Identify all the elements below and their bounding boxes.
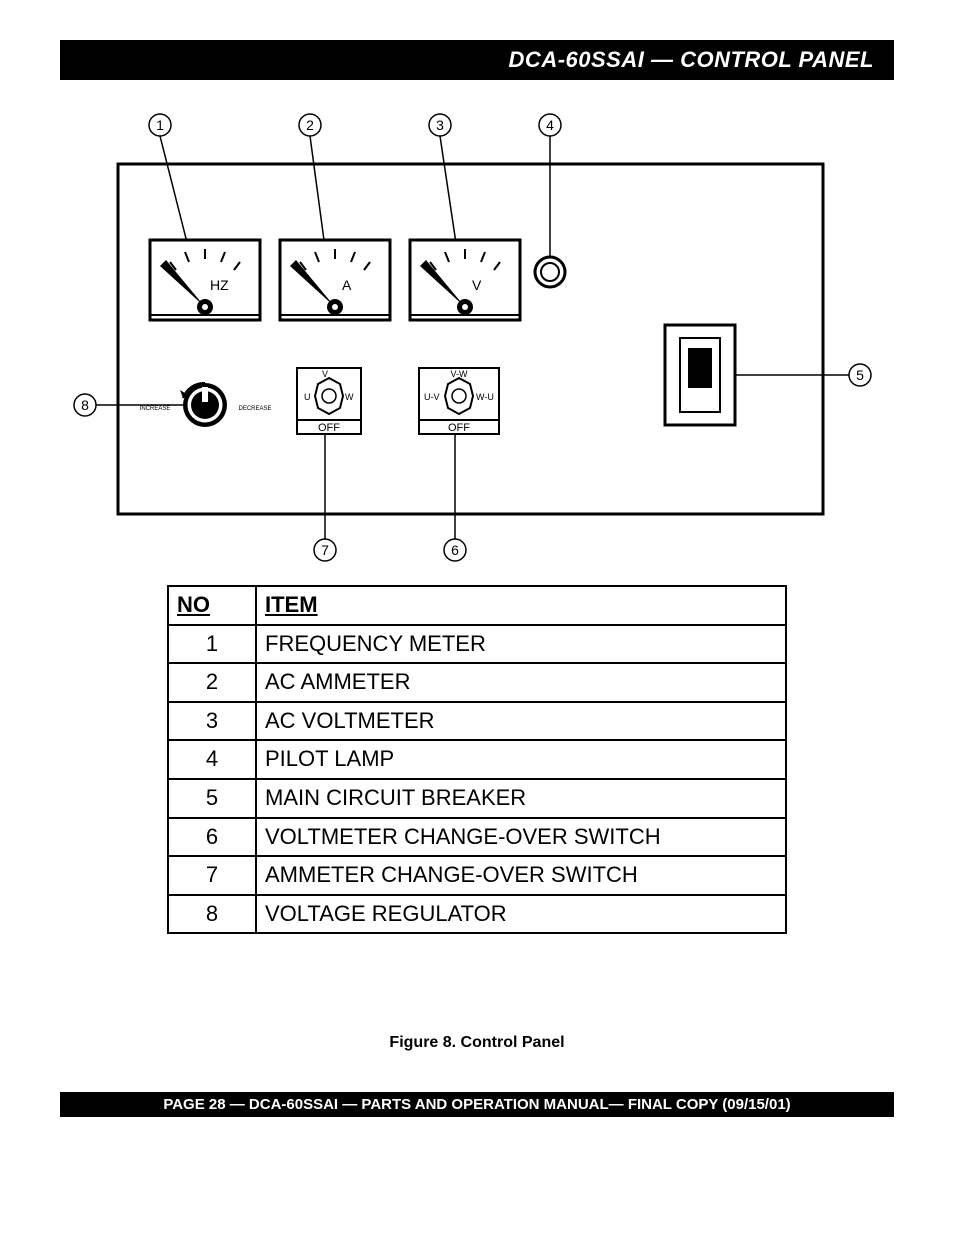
table-row: 5MAIN CIRCUIT BREAKER: [168, 779, 786, 818]
svg-text:DECREASE: DECREASE: [238, 406, 271, 412]
col-no: NO: [168, 586, 256, 625]
svg-text:1: 1: [156, 117, 164, 133]
svg-text:U: U: [304, 392, 311, 402]
table-row: 1FREQUENCY METER: [168, 625, 786, 664]
svg-text:7: 7: [321, 542, 329, 558]
header-bar: DCA-60SSAI — CONTROL PANEL: [60, 40, 894, 80]
callout-5: 5: [720, 364, 871, 386]
voltmeter-switch: V-W U-V W-U OFF: [419, 368, 499, 434]
svg-text:V: V: [322, 369, 328, 379]
svg-text:INCREASE: INCREASE: [140, 406, 171, 412]
svg-text:5: 5: [856, 367, 864, 383]
callout-8: 8: [74, 394, 188, 416]
ac-voltmeter: V: [410, 240, 520, 320]
svg-text:2: 2: [306, 117, 314, 133]
svg-text:OFF: OFF: [318, 422, 340, 434]
footer-text: PAGE 28 — DCA-60SSAI — PARTS AND OPERATI…: [163, 1096, 790, 1113]
table-row: 2AC AMMETER: [168, 663, 786, 702]
callout-7: 7: [314, 435, 336, 561]
table-row: 6VOLTMETER CHANGE-OVER SWITCH: [168, 818, 786, 857]
svg-text:3: 3: [436, 117, 444, 133]
table-row: 7AMMETER CHANGE-OVER SWITCH: [168, 856, 786, 895]
table-row: 8VOLTAGE REGULATOR: [168, 895, 786, 934]
svg-text:6: 6: [451, 542, 459, 558]
table-row: 4PILOT LAMP: [168, 740, 786, 779]
main-circuit-breaker: [665, 325, 735, 425]
svg-text:V-W: V-W: [451, 369, 469, 379]
pilot-lamp: [535, 257, 565, 287]
table-row: 3AC VOLTMETER: [168, 702, 786, 741]
svg-text:U-V: U-V: [424, 392, 440, 402]
svg-text:4: 4: [546, 117, 554, 133]
callout-6: 6: [444, 435, 466, 561]
svg-text:V: V: [472, 277, 482, 293]
parts-table-wrap: NO ITEM 1FREQUENCY METER 2AC AMMETER 3AC…: [167, 585, 787, 934]
ac-ammeter: A: [280, 240, 390, 320]
svg-text:W: W: [345, 392, 354, 402]
ammeter-switch: V U W OFF: [297, 368, 361, 434]
header-title: DCA-60SSAI — CONTROL PANEL: [509, 47, 874, 73]
figure-caption: Figure 8. Control Panel: [0, 1034, 954, 1052]
svg-text:W-U: W-U: [476, 392, 494, 402]
parts-table: NO ITEM 1FREQUENCY METER 2AC AMMETER 3AC…: [167, 585, 787, 934]
footer-bar: PAGE 28 — DCA-60SSAI — PARTS AND OPERATI…: [60, 1092, 894, 1117]
svg-text:A: A: [342, 277, 352, 293]
svg-text:OFF: OFF: [448, 422, 470, 434]
frequency-meter: HZ: [150, 240, 260, 320]
control-panel-diagram: 1 2 3 4 5 8 7 6: [60, 100, 894, 575]
col-item: ITEM: [256, 586, 786, 625]
svg-text:HZ: HZ: [210, 277, 229, 293]
svg-text:8: 8: [81, 397, 89, 413]
callout-4: 4: [539, 114, 561, 260]
